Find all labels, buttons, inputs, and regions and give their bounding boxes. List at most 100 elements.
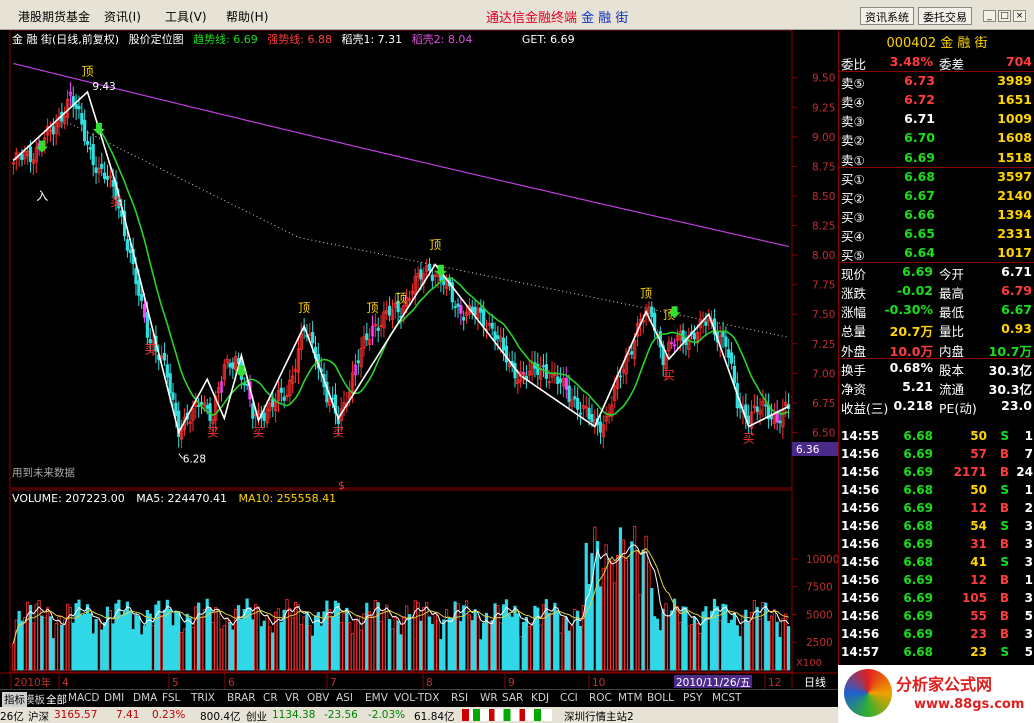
- volume-bar: [103, 622, 107, 671]
- chart-area[interactable]: 顶顶 顶顶顶顶顶买买买 买买 买买买入9.436.28用到未来数据$ 9.509.25…: [0, 30, 838, 689]
- quote-pane: 000402 金 融 街 委比 3.48% 委差 704 卖⑤ 6.73 3989 卖④ 6.7…: [838, 30, 1034, 689]
- volume-bar: [598, 586, 603, 671]
- quote-row: 买③ 6.66 1394: [839, 206, 1034, 225]
- tab-cr[interactable]: CR: [263, 692, 278, 704]
- price-tick-label: 9.50: [812, 73, 835, 85]
- tab-kdj[interactable]: KDJ: [531, 692, 549, 704]
- tab-mtm[interactable]: MTM: [618, 692, 643, 704]
- tick-count: 7: [1024, 447, 1033, 461]
- tab-dma[interactable]: DMA: [133, 692, 157, 704]
- quote-value-2: 6.79: [1001, 283, 1032, 299]
- quote-value: 6.70: [904, 130, 935, 146]
- volume-bar: [524, 617, 528, 671]
- tick-time: 14:56: [841, 483, 880, 497]
- volume-bar: [447, 617, 452, 671]
- quote-value-2: 1394: [997, 206, 1032, 222]
- volume-bar: [128, 610, 132, 671]
- menu-help[interactable]: 帮助(H): [226, 8, 268, 25]
- trade-button[interactable]: 委托交易: [918, 7, 972, 25]
- volume-bar: [658, 630, 662, 671]
- candle-body: [282, 396, 286, 401]
- candle-body: [732, 365, 737, 384]
- menu-info[interactable]: 资讯(I): [104, 8, 141, 25]
- maximize-icon[interactable]: □: [998, 10, 1011, 22]
- tick-side: S: [1000, 555, 1009, 569]
- candle-body: [262, 412, 266, 421]
- top-signal: 顶: [429, 238, 441, 252]
- tab-trix[interactable]: TRIX: [191, 692, 215, 704]
- x-tick-label: 7: [330, 677, 337, 689]
- volume-bar: [630, 541, 634, 671]
- volume-bar: [262, 620, 266, 671]
- tab-模板[interactable]: 模板: [24, 692, 45, 707]
- tab-rsi[interactable]: RSI: [451, 692, 468, 704]
- tab-wr[interactable]: WR: [480, 692, 498, 704]
- volume-bar: [171, 625, 175, 671]
- volume-bar: [188, 617, 192, 671]
- volume-bar: [450, 618, 454, 671]
- tab-roc[interactable]: ROC: [589, 692, 612, 704]
- quote-row: 涨跌 -0.02 最高 6.79: [839, 282, 1034, 301]
- close-icon[interactable]: ×: [1013, 10, 1026, 22]
- tick-side: S: [1000, 519, 1009, 533]
- volume-bar: [419, 620, 423, 671]
- candle-body: [755, 406, 759, 412]
- candle-body: [576, 398, 580, 410]
- tab-psy[interactable]: PSY: [683, 692, 702, 704]
- tick-volume: 23: [970, 645, 987, 659]
- volume-bar: [427, 616, 432, 671]
- tab-mcst[interactable]: MCST: [712, 692, 741, 704]
- volume-bar: [228, 621, 232, 671]
- tab-sar[interactable]: SAR: [502, 692, 523, 704]
- strong-legend: 强势线: 6.88: [267, 33, 332, 46]
- tab-全部[interactable]: 全部: [46, 692, 67, 707]
- tick-row: 14:56 6.68 50 S 1: [839, 482, 1034, 500]
- quote-label: 现价: [841, 267, 867, 283]
- tick-side: B: [999, 465, 1009, 479]
- quote-row: 净资 5.21 流通 30.3亿: [839, 378, 1034, 397]
- menu-tools[interactable]: 工具(V): [165, 8, 207, 25]
- candle-body: [83, 119, 87, 142]
- tick-price: 6.69: [903, 537, 933, 551]
- candle-body: [100, 163, 104, 169]
- tab-fsl[interactable]: FSL: [162, 692, 180, 704]
- quote-label: 卖④: [841, 95, 865, 111]
- tab-boll[interactable]: BOLL: [647, 692, 674, 704]
- volume-bar: [271, 632, 275, 671]
- candle-body: [778, 420, 782, 424]
- volume-bar: [77, 599, 81, 671]
- tab-obv[interactable]: OBV: [307, 692, 329, 704]
- tick-count: 1: [1024, 429, 1033, 443]
- candle-body: [504, 345, 509, 363]
- volume-bar: [653, 616, 657, 671]
- menu-hk-futures[interactable]: 港股期货基金: [18, 8, 90, 25]
- candle-body: [618, 375, 623, 378]
- volume-bar: [399, 634, 403, 671]
- low-label: 6.28: [183, 453, 206, 465]
- info-system-button[interactable]: 资讯系统: [860, 7, 914, 25]
- volume-bar: [439, 639, 443, 671]
- quote-label-2: 最高: [939, 286, 965, 302]
- volume-bar: [142, 625, 147, 671]
- tab-vol-tdx[interactable]: VOL-TDX: [394, 692, 439, 704]
- price-tick-label: 7.75: [812, 280, 835, 292]
- quote-label: 卖⑤: [841, 76, 865, 92]
- tab-dmi[interactable]: DMI: [104, 692, 124, 704]
- minimize-icon[interactable]: _: [983, 10, 996, 22]
- period-label: 日线: [804, 675, 826, 689]
- high-label: 9.43: [92, 81, 115, 93]
- tab-vr[interactable]: VR: [285, 692, 299, 704]
- tab-asi[interactable]: ASI: [336, 692, 353, 704]
- tab-cci[interactable]: CCI: [560, 692, 578, 704]
- tab-emv[interactable]: EMV: [365, 692, 388, 704]
- tick-row: 14:55 6.68 50 S 1: [839, 428, 1034, 446]
- candle-body: [77, 105, 81, 110]
- volume-bar: [242, 608, 246, 671]
- tab-brar[interactable]: BRAR: [227, 692, 256, 704]
- tick-price: 6.69: [903, 627, 933, 641]
- volume-bar: [236, 605, 241, 671]
- quote-value-2: 3989: [997, 73, 1032, 89]
- quote-title: 000402 金 融 街: [886, 36, 988, 51]
- tab-macd[interactable]: MACD: [68, 692, 99, 704]
- tick-time: 14:56: [841, 501, 880, 515]
